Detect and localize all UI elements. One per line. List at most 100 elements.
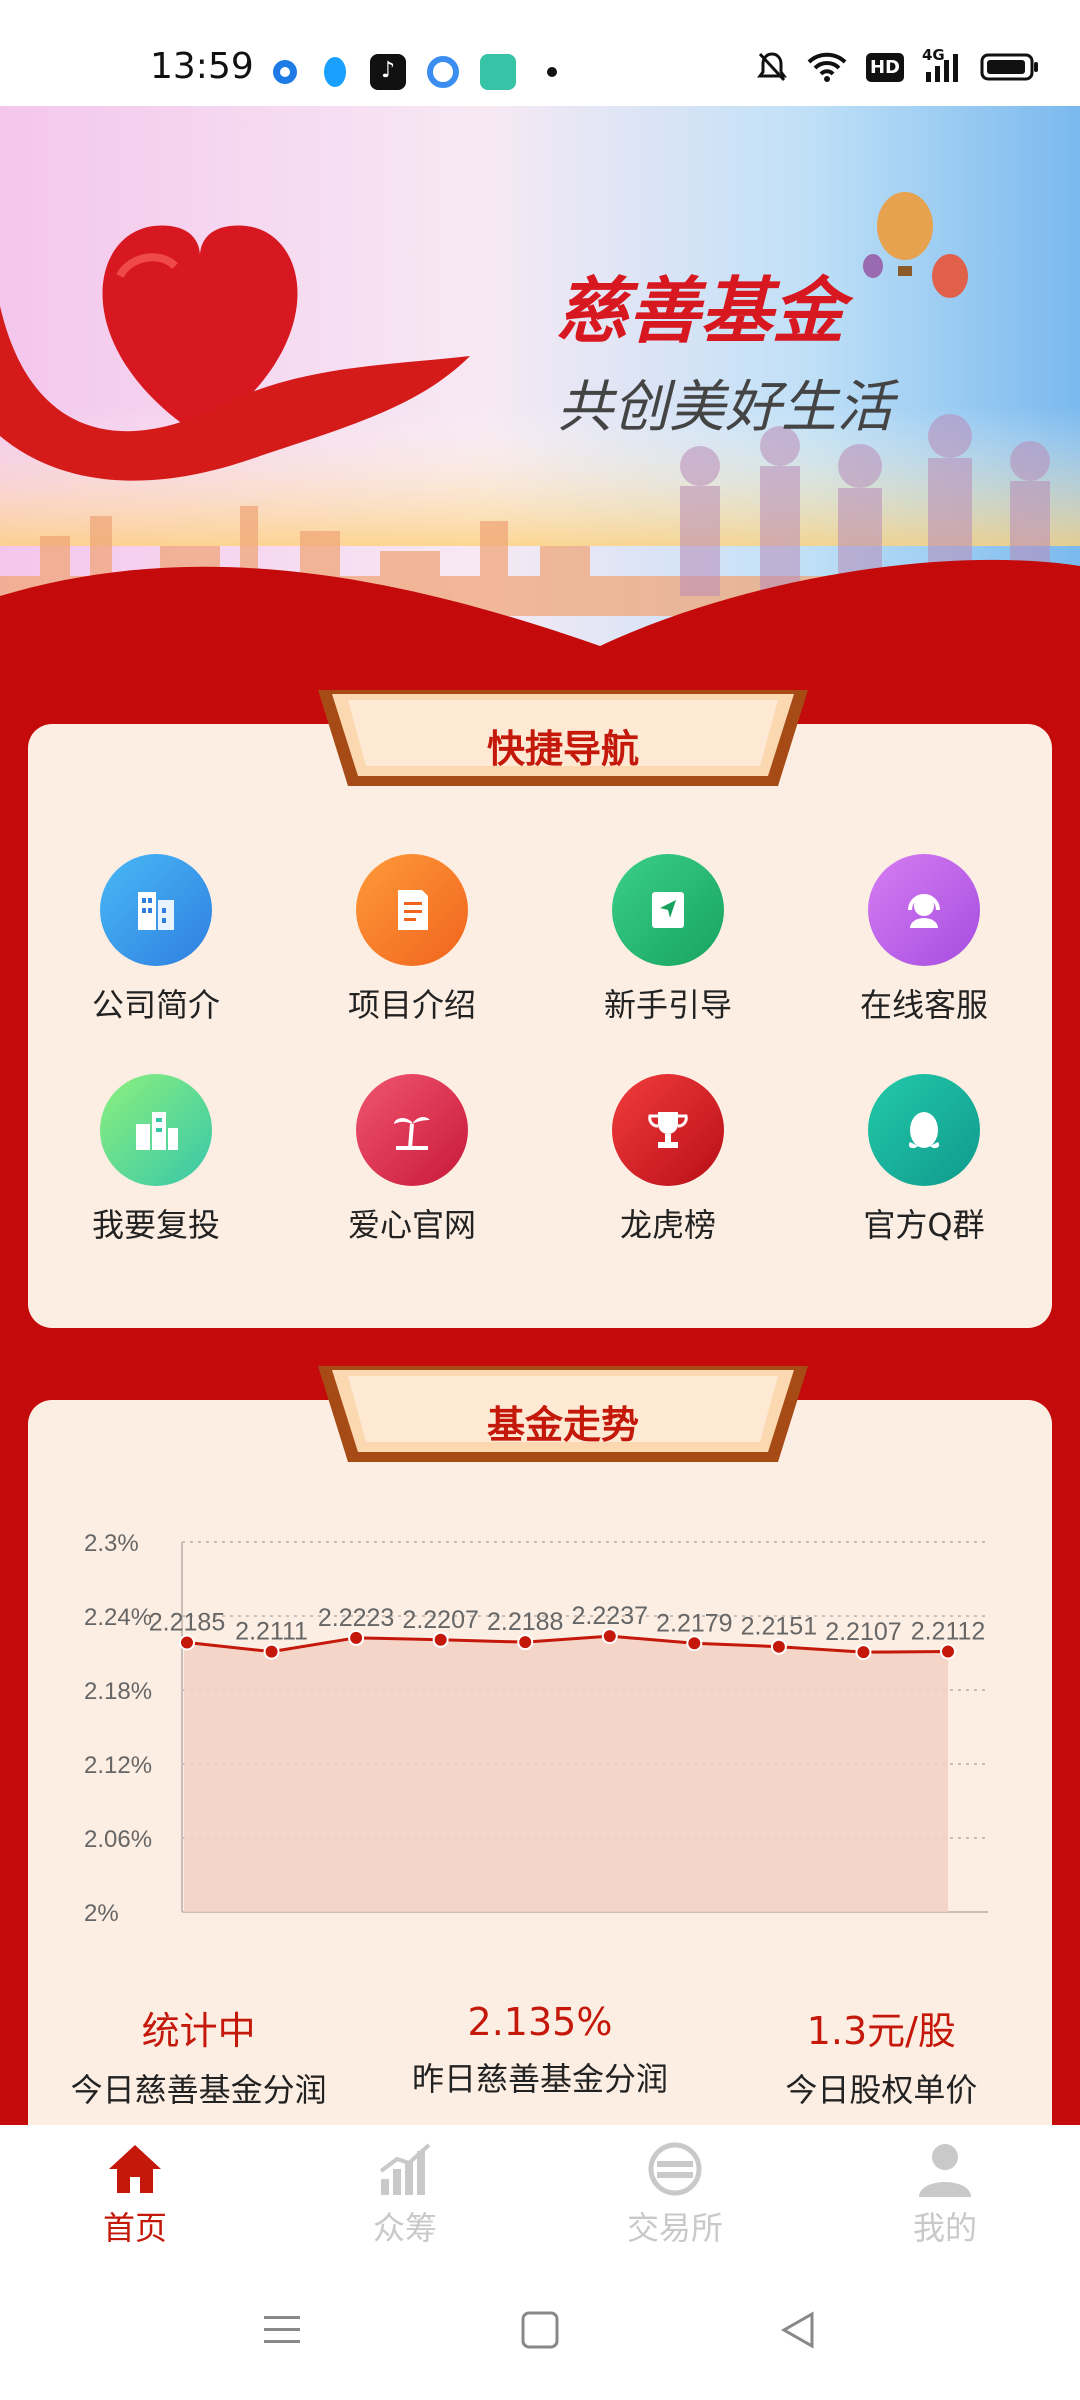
tab-label: 众筹: [372, 2209, 437, 2247]
mute-bell-icon: [756, 52, 787, 82]
system-navigation-bar: [0, 2265, 1080, 2400]
y-tick-label: 2.24%: [84, 1604, 152, 1631]
stat-share-price: 1.3元/股 今日股权单价: [711, 2000, 1052, 2111]
nav-label: 龙虎榜: [619, 1206, 716, 1244]
nav-item-official-qq-group[interactable]: 官方Q群: [796, 1074, 1052, 1246]
data-point: [348, 1629, 365, 1646]
douyin-icon: ♪: [370, 54, 406, 90]
fund-trend-title-plaque: 基金走势: [318, 1366, 808, 1476]
menu-icon[interactable]: [262, 2310, 302, 2350]
y-tick-label: 2.3%: [84, 1530, 139, 1557]
nav-label: 项目介绍: [347, 986, 476, 1024]
fund-trend-title: 基金走势: [486, 1402, 639, 1447]
banner-title: 慈善基金: [556, 272, 854, 352]
stat-value: 1.3元/股: [806, 2009, 956, 2053]
nav-item-online-service[interactable]: 在线客服: [796, 854, 1052, 1026]
back-icon[interactable]: [778, 2310, 818, 2350]
tab-crowdfunding[interactable]: 众筹: [270, 2125, 540, 2265]
data-point: [432, 1631, 449, 1648]
status-time: 13:59: [150, 46, 254, 87]
quick-nav-card: 快捷导航 公司简介 项目介绍 新手引导 在线客服 我要复投 爱心官网 龙虎榜 官…: [28, 690, 1052, 1328]
nav-label: 公司简介: [91, 986, 220, 1024]
nav-item-beginner-guide[interactable]: 新手引导: [540, 854, 796, 1026]
nav-label: 在线客服: [859, 986, 988, 1024]
nav-item-project-intro[interactable]: 项目介绍: [284, 854, 540, 1026]
series-area: [184, 1636, 948, 1912]
qq-penguin-icon: [868, 1074, 980, 1186]
stat-today-profit: 统计中 今日慈善基金分润: [28, 2000, 369, 2111]
quick-nav-title: 快捷导航: [486, 726, 639, 771]
banner-artwork: 慈善基金 共创美好生活: [0, 106, 1080, 676]
quick-nav-title-plaque: 快捷导航: [318, 690, 808, 800]
building-icon: [100, 854, 212, 966]
quick-nav-grid: 公司简介 项目介绍 新手引导 在线客服 我要复投 爱心官网 龙虎榜 官方Q群: [28, 854, 1052, 1246]
app-teal-icon: [480, 54, 516, 90]
stat-label: 昨日慈善基金分润: [411, 2060, 668, 2098]
fund-trend-chart: 2.3% 2.24% 2.18% 2.12% 2.06% 2% 2.2185 2.2111 2.…: [84, 1530, 988, 1927]
palm-tree-icon: [356, 1074, 468, 1186]
status-right-icons: HD 4G: [756, 46, 1040, 84]
y-tick-label: 2.18%: [84, 1678, 152, 1705]
document-icon: [356, 854, 468, 966]
y-tick-label: 2.06%: [84, 1826, 152, 1853]
tab-label: 首页: [102, 2209, 167, 2247]
guide-book-icon: [612, 854, 724, 966]
exchange-icon: [648, 2142, 702, 2196]
stat-value: 2.135%: [467, 2000, 613, 2044]
nav-item-company-intro[interactable]: 公司简介: [28, 854, 284, 1026]
nav-label: 新手引导: [603, 986, 732, 1024]
nav-item-charity-site[interactable]: 爱心官网: [284, 1074, 540, 1246]
bottom-tab-bar: 首页 众筹 交易所 我的: [0, 2125, 1080, 2265]
nav-item-leaderboard[interactable]: 龙虎榜: [540, 1074, 796, 1246]
y-tick-label: 2.12%: [84, 1752, 152, 1779]
status-app-icons: ♪: [270, 54, 558, 90]
home-icon: [109, 2145, 161, 2193]
fund-trend-card: 基金走势 2.3% 2.24% 2.18% 2.12% 2.06% 2% 2.2185 2.2…: [28, 1366, 1052, 2160]
data-label: 2.2223: [318, 1604, 394, 1632]
tab-label: 交易所: [626, 2209, 723, 2247]
stat-label: 今日股权单价: [785, 2071, 978, 2109]
data-label: 2.2207: [402, 1606, 478, 1634]
tab-label: 我的: [912, 2209, 977, 2247]
data-point: [770, 1638, 787, 1655]
data-point: [179, 1634, 195, 1651]
status-bar: 13:59 ♪ HD 4G: [0, 0, 1080, 106]
app-blue-ring-icon: [273, 60, 297, 84]
stat-value: 统计中: [141, 2009, 256, 2053]
data-label: 2.2151: [741, 1613, 817, 1641]
fund-stats: 统计中 今日慈善基金分润 2.135% 昨日慈善基金分润 1.3元/股 今日股权…: [28, 2000, 1052, 2111]
data-point: [263, 1643, 280, 1660]
home-square-icon[interactable]: [520, 2310, 560, 2350]
headset-icon: [868, 854, 980, 966]
data-label: 2.2107: [825, 1618, 901, 1646]
data-point: [940, 1643, 956, 1660]
data-point: [686, 1635, 703, 1652]
user-icon: [919, 2144, 971, 2197]
banner-slogan: 共创美好生活: [557, 375, 900, 438]
cellular-4g-icon: 4G: [922, 46, 962, 84]
tab-mine[interactable]: 我的: [810, 2125, 1080, 2265]
wifi-icon: [807, 52, 847, 82]
data-label: 2.2112: [911, 1618, 986, 1646]
data-point: [855, 1644, 872, 1661]
charity-banner[interactable]: 慈善基金 共创美好生活: [0, 106, 1080, 676]
stat-label: 今日慈善基金分润: [70, 2071, 327, 2109]
tab-exchange[interactable]: 交易所: [540, 2125, 810, 2265]
nav-label: 官方Q群: [863, 1206, 985, 1244]
battery-icon: [980, 53, 1038, 81]
data-label: 2.2185: [149, 1609, 225, 1637]
trophy-icon: [612, 1074, 724, 1186]
qq-penguin-icon: [324, 57, 346, 87]
data-label: 2.2179: [656, 1609, 732, 1637]
data-label: 2.2111: [235, 1618, 308, 1646]
app-swirl-icon: [427, 56, 459, 88]
data-label: 2.2188: [487, 1608, 563, 1636]
bar-chart-icon: [379, 2143, 431, 2195]
hd-icon: HD: [865, 52, 904, 82]
nav-label: 我要复投: [91, 1206, 220, 1244]
data-label: 2.2237: [572, 1602, 648, 1630]
tab-home[interactable]: 首页: [0, 2125, 270, 2265]
y-tick-label: 2%: [84, 1900, 119, 1927]
data-point: [517, 1634, 534, 1651]
nav-item-reinvest[interactable]: 我要复投: [28, 1074, 284, 1246]
